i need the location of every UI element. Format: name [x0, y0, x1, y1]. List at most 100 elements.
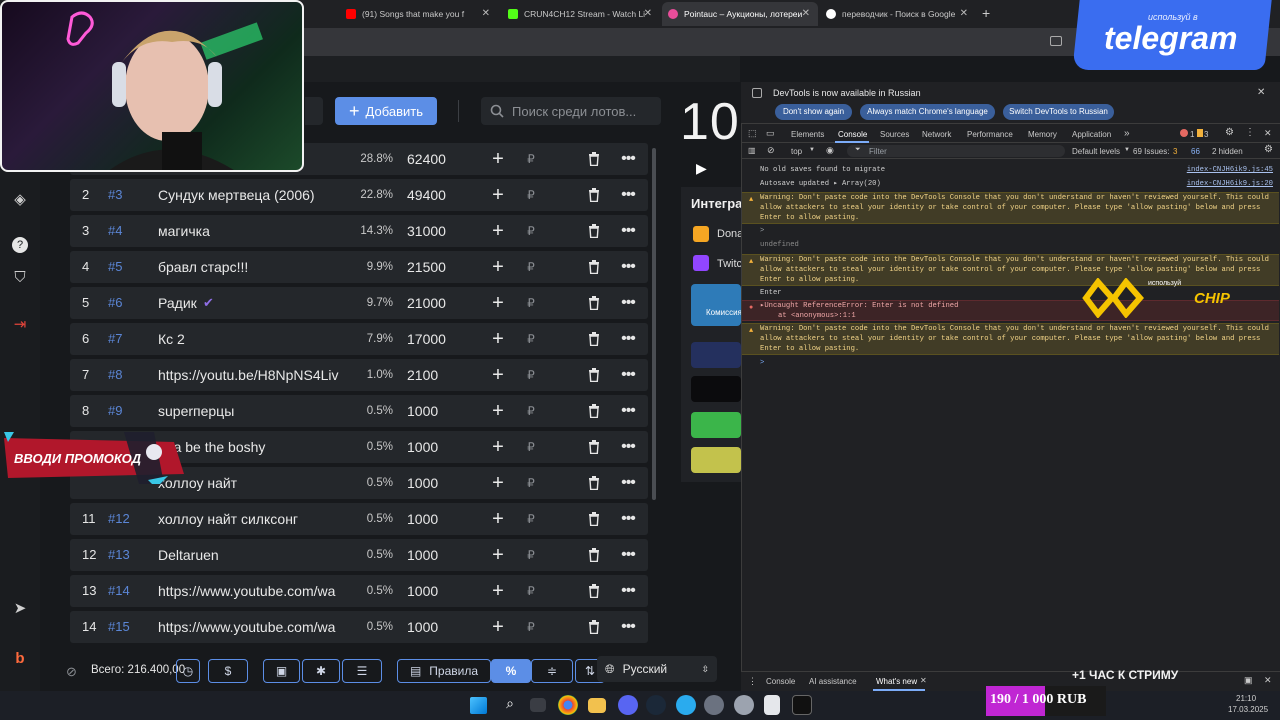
- lot-amount[interactable]: 62400: [407, 143, 467, 175]
- lot-id[interactable]: #13: [108, 539, 132, 571]
- twitch-label[interactable]: Twitc: [717, 258, 742, 270]
- lot-name[interactable]: https://youtu.be/H8NpNS4Liv: [158, 359, 346, 391]
- trash-icon[interactable]: [585, 143, 603, 175]
- trash-icon[interactable]: [585, 431, 603, 463]
- chrome-icon[interactable]: [558, 695, 578, 715]
- more-options-button[interactable]: •••: [620, 575, 636, 607]
- lot-amount[interactable]: 1000: [407, 395, 467, 427]
- close-icon[interactable]: ✕: [1257, 87, 1265, 98]
- lot-name[interactable]: Сундук мертвеца (2006): [158, 179, 346, 211]
- add-amount-button[interactable]: +: [490, 215, 506, 247]
- trash-icon[interactable]: [585, 467, 603, 499]
- integration-button[interactable]: [691, 376, 741, 402]
- lot-name[interactable]: холлоу найт силксонг: [158, 503, 346, 535]
- tab-network[interactable]: Network: [922, 130, 951, 139]
- close-icon[interactable]: ✕: [482, 8, 490, 19]
- kebab-menu-icon[interactable]: ⋮: [1245, 127, 1255, 138]
- trash-icon[interactable]: [585, 539, 603, 571]
- app-icon[interactable]: [704, 695, 724, 715]
- save-button[interactable]: ▣: [263, 659, 300, 683]
- trash-icon[interactable]: [585, 323, 603, 355]
- lot-row[interactable]: 11 #12 холлоу найт силксонг 0.5% 1000 + ₽ •••: [70, 503, 648, 535]
- lot-amount[interactable]: 1000: [407, 503, 467, 535]
- task-view-icon[interactable]: [530, 698, 546, 712]
- lot-name[interactable]: https://www.youtube.com/wa: [158, 611, 346, 643]
- close-icon[interactable]: ✕: [920, 676, 927, 685]
- more-options-button[interactable]: •••: [620, 215, 636, 247]
- language-select[interactable]: 🌐︎ Русский ⇳: [597, 656, 717, 682]
- trash-icon[interactable]: [585, 251, 603, 283]
- tab-memory[interactable]: Memory: [1028, 130, 1057, 139]
- name-input-stub[interactable]: [305, 97, 323, 125]
- drawer-tab-console[interactable]: Console: [766, 677, 795, 686]
- lot-name[interactable]: холлоу найт: [158, 467, 346, 499]
- match-language-button[interactable]: Always match Chrome's language: [860, 104, 995, 120]
- lot-amount[interactable]: 1000: [407, 611, 467, 643]
- add-amount-button[interactable]: +: [490, 323, 506, 355]
- add-amount-button[interactable]: +: [490, 539, 506, 571]
- close-icon[interactable]: ✕: [960, 8, 968, 19]
- lot-row[interactable]: 2 #3 Сундук мертвеца (2006) 22.8% 49400 + ₽ •••: [70, 179, 648, 211]
- log-levels-select[interactable]: Default levels: [1072, 147, 1120, 156]
- shield-icon[interactable]: ⛉: [10, 268, 30, 288]
- close-icon[interactable]: ✕: [1264, 128, 1272, 139]
- lot-amount[interactable]: 1000: [407, 467, 467, 499]
- tab-console[interactable]: Console: [838, 130, 867, 139]
- lot-name[interactable]: Deltaruen: [158, 539, 346, 571]
- translate-icon[interactable]: [1050, 36, 1062, 46]
- more-options-button[interactable]: •••: [620, 143, 636, 175]
- percent-toggle[interactable]: %: [491, 659, 531, 683]
- trash-icon[interactable]: [585, 575, 603, 607]
- lot-row[interactable]: 5 #6 Радик 9.7% 21000 + ₽ ••• ✔: [70, 287, 648, 319]
- warning-count[interactable]: 3: [1204, 130, 1208, 139]
- more-options-button[interactable]: •••: [620, 467, 636, 499]
- folder-icon[interactable]: [588, 698, 606, 713]
- more-options-button[interactable]: •••: [620, 179, 636, 211]
- add-amount-button[interactable]: +: [490, 143, 506, 175]
- trash-icon[interactable]: [585, 287, 603, 319]
- tab-youtube[interactable]: (91) Songs that make you f ✕: [340, 2, 498, 26]
- more-options-button[interactable]: •••: [620, 287, 636, 319]
- help-icon[interactable]: ?: [12, 237, 28, 253]
- play-icon[interactable]: ▶: [696, 160, 707, 177]
- add-amount-button[interactable]: +: [490, 287, 506, 319]
- tab-google[interactable]: переводчик - Поиск в Google ✕: [820, 2, 976, 26]
- lot-row[interactable]: 4 #5 бравл старс!!! 9.9% 21500 + ₽ •••: [70, 251, 648, 283]
- boosty-icon[interactable]: b: [10, 649, 30, 669]
- telegram-icon[interactable]: ➤: [10, 599, 30, 619]
- error-count[interactable]: 1: [1190, 130, 1194, 139]
- dont-show-again-button[interactable]: Don't show again: [775, 104, 852, 120]
- lot-row[interactable]: 14 #15 https://www.youtube.com/wa 0.5% 1000 +…: [70, 611, 648, 643]
- dock-icon[interactable]: ▣: [1244, 675, 1253, 686]
- hide-icon[interactable]: ⊘: [66, 664, 77, 680]
- tab-pointauc[interactable]: Pointauc – Аукционы, лотереи ✕: [662, 2, 818, 26]
- add-amount-button[interactable]: +: [490, 431, 506, 463]
- lot-id[interactable]: #12: [108, 503, 132, 535]
- device-toolbar-icon[interactable]: ▭: [766, 128, 775, 139]
- integration-button[interactable]: [691, 412, 741, 438]
- issues-info-count[interactable]: 66: [1191, 147, 1200, 156]
- lot-name[interactable]: nna be the boshy: [158, 431, 346, 463]
- lot-amount[interactable]: 1000: [407, 575, 467, 607]
- more-options-button[interactable]: •••: [620, 395, 636, 427]
- lot-id[interactable]: #4: [108, 215, 132, 247]
- lot-amount[interactable]: 2100: [407, 359, 467, 391]
- more-options-button[interactable]: •••: [620, 611, 636, 643]
- kebab-menu-icon[interactable]: ⋮: [748, 676, 757, 687]
- source-link[interactable]: index-CNJH6ik9.js:20: [1187, 179, 1273, 189]
- add-amount-button[interactable]: +: [490, 611, 506, 643]
- lots-scrollbar[interactable]: [652, 148, 656, 500]
- lot-id[interactable]: #7: [108, 323, 132, 355]
- close-icon[interactable]: ✕: [802, 8, 810, 19]
- integration-button[interactable]: [691, 447, 741, 473]
- stopwatch-button[interactable]: ◷: [176, 659, 200, 683]
- trash-icon[interactable]: [585, 503, 603, 535]
- steam-icon[interactable]: [646, 695, 666, 715]
- lot-id[interactable]: #3: [108, 179, 132, 211]
- lot-amount[interactable]: 17000: [407, 323, 467, 355]
- close-icon[interactable]: ✕: [1264, 675, 1272, 686]
- console-prompt[interactable]: >: [742, 358, 1279, 370]
- trash-icon[interactable]: [585, 215, 603, 247]
- logout-icon[interactable]: ⇥: [10, 315, 30, 335]
- add-amount-button[interactable]: +: [490, 251, 506, 283]
